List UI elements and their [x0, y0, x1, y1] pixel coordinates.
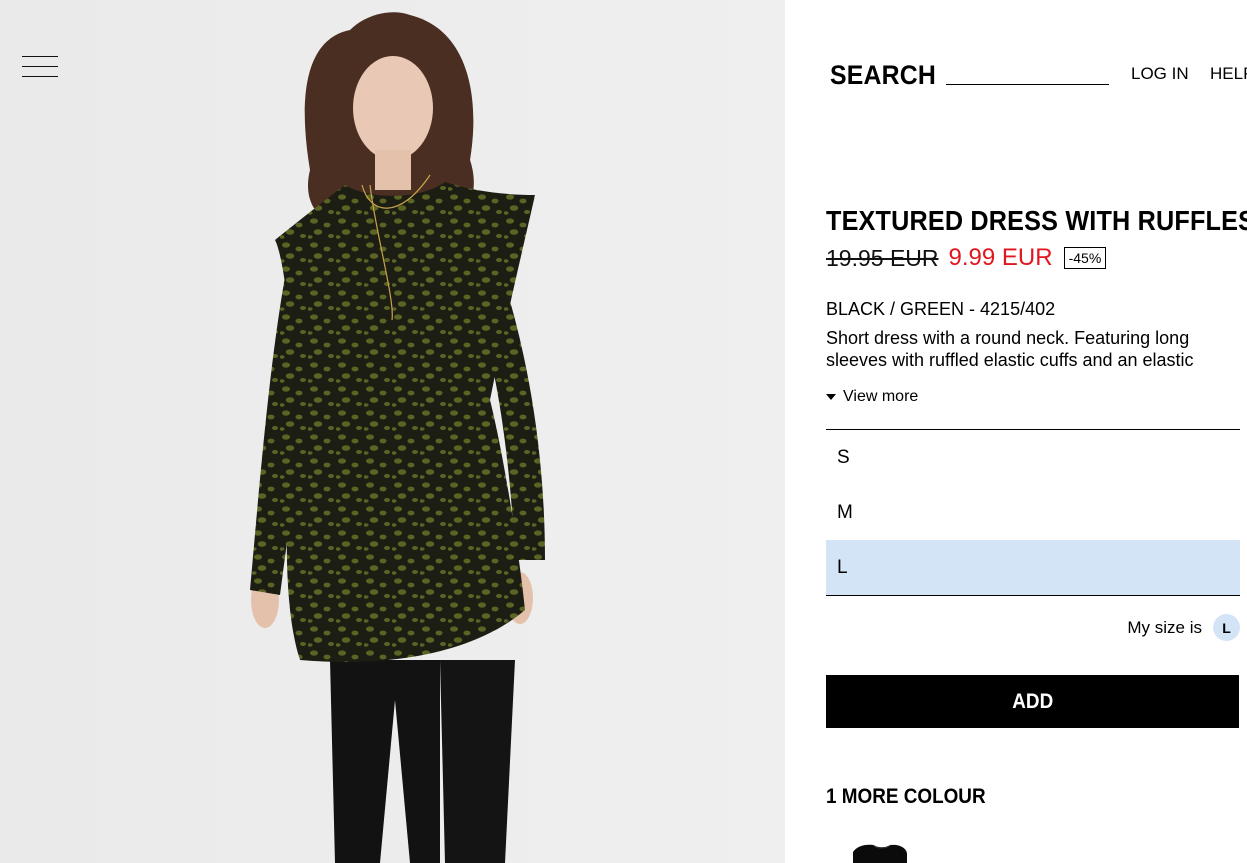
price-row: 19.95 EUR 9.99 EUR -45% [826, 244, 1107, 272]
size-selector: S M L [826, 429, 1240, 596]
hamburger-menu-icon[interactable] [22, 56, 58, 78]
more-colour-heading: 1 MORE COLOUR [826, 785, 986, 808]
view-more-label: View more [843, 388, 919, 405]
search-input-underline[interactable] [946, 84, 1109, 85]
view-more-toggle[interactable]: View more [826, 388, 918, 406]
size-option-l[interactable]: L [826, 540, 1240, 595]
product-description: Short dress with a round neck. Featuring… [826, 328, 1194, 370]
sale-price: 9.99 EUR [948, 244, 1053, 271]
login-link[interactable]: LOG IN [1131, 64, 1189, 84]
size-option-m[interactable]: M [826, 485, 1240, 540]
caret-down-icon [826, 394, 836, 400]
colour-variant-thumbnail[interactable] [845, 842, 911, 863]
dress-thumbnail-image [853, 844, 907, 863]
product-photo[interactable] [0, 0, 785, 863]
add-to-cart-button[interactable]: ADD [826, 675, 1239, 728]
size-option-s[interactable]: S [826, 430, 1240, 485]
search-label[interactable]: SEARCH [830, 60, 936, 90]
product-image-panel [0, 0, 785, 863]
color-reference: BLACK / GREEN - 4215/402 [826, 299, 1056, 319]
product-title: TEXTURED DRESS WITH RUFFLES [826, 205, 1247, 236]
menu-line [22, 66, 58, 67]
my-size-badge: L [1213, 614, 1240, 641]
old-price: 19.95 EUR [826, 244, 939, 271]
my-size-indicator[interactable]: My size is L [1127, 614, 1240, 641]
help-link[interactable]: HELP [1210, 64, 1247, 84]
discount-badge: -45% [1063, 247, 1107, 269]
menu-line [22, 76, 58, 77]
menu-line [22, 56, 58, 57]
add-button-label: ADD [1012, 689, 1053, 713]
my-size-label: My size is [1127, 617, 1202, 637]
search-field[interactable]: SEARCH [830, 60, 1109, 90]
